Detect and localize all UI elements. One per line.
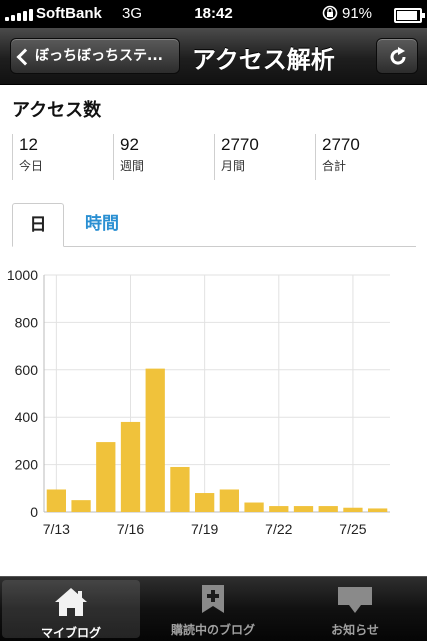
stat-today: 12 今日 bbox=[12, 134, 112, 180]
refresh-icon bbox=[390, 47, 406, 65]
tabbar-subscribed-blogs[interactable]: 購読中のブログ bbox=[142, 577, 284, 641]
access-count-heading: アクセス数 bbox=[12, 100, 102, 121]
period-tabs: 日 時間 bbox=[12, 203, 416, 247]
chart-bar bbox=[244, 502, 264, 512]
refresh-button[interactable] bbox=[376, 38, 418, 74]
page-title: アクセス解析 bbox=[192, 46, 335, 74]
chart-bar bbox=[368, 508, 388, 512]
access-stats: 12 今日 92 週間 2770 月間 2770 合計 bbox=[12, 134, 416, 180]
status-bar: SoftBank 3G 18:42 91% bbox=[0, 0, 427, 28]
back-button-label: ぼっちぼっちステ... bbox=[35, 48, 163, 64]
chart-bar bbox=[96, 442, 116, 512]
tabbar-label: 購読中のブログ bbox=[170, 623, 255, 637]
stat-label: 月間 bbox=[221, 159, 246, 173]
y-tick-label: 1000 bbox=[7, 267, 38, 283]
back-button[interactable]: ぼっちぼっちステ... bbox=[10, 38, 180, 74]
tabbar-label: お知らせ bbox=[331, 623, 379, 637]
chart-bar bbox=[170, 466, 190, 512]
back-arrow-icon bbox=[16, 48, 34, 66]
chart-bar bbox=[120, 421, 141, 512]
x-tick-label: 7/13 bbox=[43, 521, 70, 537]
bookmark-add-icon bbox=[202, 585, 224, 613]
y-tick-label: 0 bbox=[30, 504, 38, 520]
tab-day[interactable]: 日 bbox=[12, 203, 64, 247]
y-tick-label: 400 bbox=[15, 409, 39, 425]
stat-label: 週間 bbox=[120, 159, 145, 173]
chart-bar bbox=[318, 506, 338, 512]
access-bar-chart: 0 200 400 600 800 1000 7/13 7/16 7/19 7/22 7/25 bbox=[7, 267, 390, 537]
chart-bar bbox=[293, 506, 314, 512]
x-tick-label: 7/22 bbox=[265, 521, 292, 537]
chart-bar bbox=[219, 489, 239, 512]
tabbar-label: マイブログ bbox=[40, 626, 101, 640]
x-tick-label: 7/25 bbox=[339, 521, 366, 537]
stat-total: 2770 合計 bbox=[315, 134, 415, 180]
chart-bar bbox=[71, 500, 91, 512]
chart-bar bbox=[46, 489, 66, 512]
stat-value: 92 bbox=[120, 135, 139, 154]
battery-icon bbox=[394, 8, 425, 23]
x-tick-label: 7/16 bbox=[117, 521, 144, 537]
y-tick-label: 200 bbox=[15, 457, 39, 473]
tab-hour[interactable]: 時間 bbox=[82, 203, 122, 246]
chart-bar bbox=[269, 506, 289, 512]
tabbar-my-blog[interactable]: マイブログ bbox=[2, 580, 140, 640]
stat-month: 2770 月間 bbox=[214, 134, 314, 180]
speech-bubble-icon bbox=[338, 587, 372, 613]
stat-value: 2770 bbox=[221, 135, 259, 154]
stat-label: 今日 bbox=[19, 159, 44, 173]
stat-label: 合計 bbox=[322, 159, 347, 173]
stat-value: 12 bbox=[19, 135, 38, 154]
navigation-bar: ぼっちぼっちステ... アクセス解析 bbox=[0, 28, 427, 85]
x-tick-label: 7/19 bbox=[191, 521, 218, 537]
chart-bar bbox=[195, 493, 215, 512]
y-tick-label: 800 bbox=[15, 314, 39, 330]
chart-bar bbox=[145, 368, 165, 512]
rotation-lock-icon bbox=[322, 5, 338, 21]
stat-week: 92 週間 bbox=[113, 134, 213, 180]
tabbar-notifications[interactable]: お知らせ bbox=[284, 577, 426, 641]
home-icon bbox=[55, 588, 87, 616]
bottom-tab-bar: マイブログ 購読中のブログ お知らせ bbox=[0, 576, 427, 641]
stat-value: 2770 bbox=[322, 135, 360, 154]
battery-percent: 91% bbox=[342, 5, 373, 22]
y-tick-label: 600 bbox=[15, 362, 39, 378]
chart-bar bbox=[343, 507, 363, 512]
